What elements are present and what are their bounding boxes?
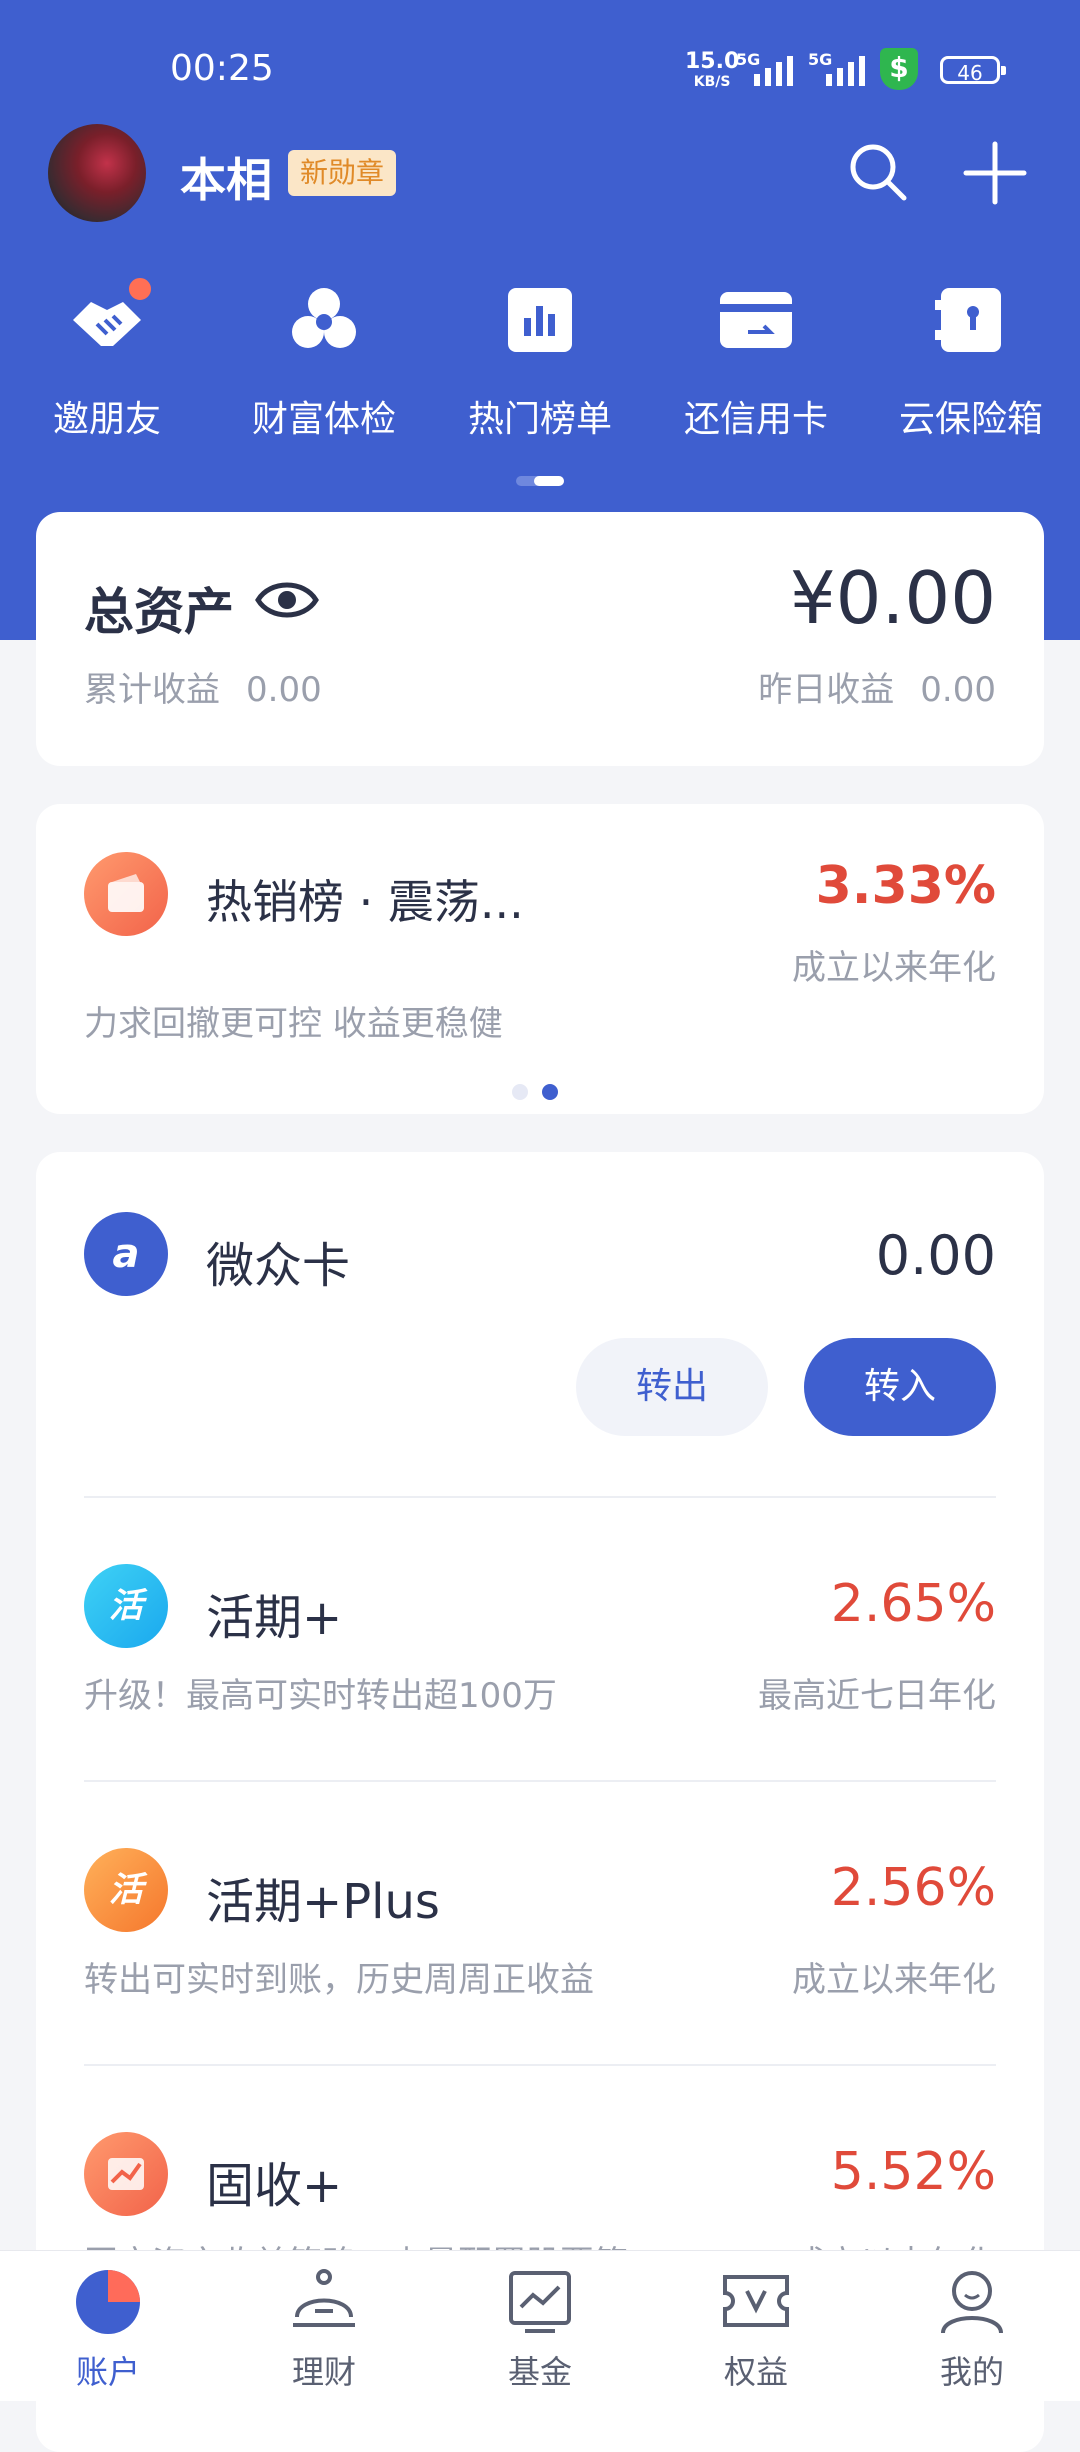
promo-description: 力求回撤更可控 收益更稳健 [84, 1004, 503, 1044]
yesterday-earnings-value: 0.00 [920, 670, 996, 710]
tab-wealth[interactable]: 理财 [254, 2265, 394, 2393]
weizhong-card-icon: a [84, 1212, 168, 1296]
product-rate: 2.56% [830, 1858, 996, 1918]
product-name: 固收+ [206, 2158, 343, 2214]
yesterday-earnings-label: 昨日收益 [758, 670, 895, 710]
product-rate: 5.52% [830, 2142, 996, 2202]
product-name: 活期+ [206, 1590, 343, 1646]
user-name[interactable]: 本相 [180, 144, 272, 210]
rights-ticket-icon [719, 2265, 793, 2339]
wealth-check-icon [284, 280, 364, 360]
network-speed: 15.0 KB/S [685, 49, 740, 92]
avatar[interactable] [48, 124, 146, 222]
total-assets-card[interactable]: 总资产 ¥0.00 累计收益 0.00 昨日收益 0.00 [36, 512, 1044, 766]
quick-menu-safe-box[interactable]: 云保险箱 [886, 280, 1056, 442]
huoqi-plus-icon: 活 [84, 1848, 168, 1932]
new-badge[interactable]: 新勋章 [288, 150, 397, 196]
notification-dot [127, 276, 153, 302]
divider [84, 1496, 996, 1498]
divider [84, 1780, 996, 1782]
cumulative-earnings-value: 0.00 [246, 670, 322, 710]
gushou-icon [84, 2132, 168, 2216]
tab-label: 权益 [723, 2353, 788, 2391]
tab-rights[interactable]: 权益 [686, 2265, 826, 2393]
total-assets-title: 总资产 [84, 583, 234, 641]
add-icon[interactable] [962, 140, 1028, 206]
promo-title: 热销榜 · 震荡... [206, 875, 524, 929]
safe-box-icon [931, 280, 1011, 360]
quick-menu-ranking[interactable]: 热门榜单 [455, 280, 625, 442]
promo-rate: 3.33% [815, 856, 996, 916]
product-rate-label: 最高近七日年化 [758, 1676, 996, 1716]
yesterday-earnings: 昨日收益 0.00 [758, 662, 996, 711]
tab-label: 我的 [939, 2353, 1004, 2391]
product-rate: 2.65% [830, 1574, 996, 1634]
tab-mine[interactable]: 我的 [902, 2265, 1042, 2393]
profile-icon [935, 2265, 1009, 2339]
cumulative-earnings-label: 累计收益 [84, 670, 220, 710]
tab-account[interactable]: 账户 [38, 2265, 178, 2393]
product-item-huoqi-plus[interactable]: 活 活期+Plus 2.56% 转出可实时到账，历史周周正收益 成立以来年化 [36, 1848, 1044, 2088]
network-speed-value: 15.0 [685, 49, 740, 74]
product-item-huoqi[interactable]: 活 活期+ 2.65% 升级！最高可实时转出超100万 最高近七日年化 [36, 1564, 1044, 1804]
total-assets-value: ¥0.00 [789, 556, 996, 640]
quick-menu-label: 财富体检 [251, 399, 396, 440]
promo-rate-label: 成立以来年化 [792, 948, 996, 988]
quick-menu-label: 邀朋友 [52, 399, 161, 440]
quick-menu-invite[interactable]: 邀朋友 [22, 276, 192, 442]
huoqi-icon: 活 [84, 1564, 168, 1648]
account-pie-icon [71, 2265, 145, 2339]
transfer-out-button[interactable]: 转出 [576, 1338, 768, 1436]
weizhong-card-name[interactable]: 微众卡 [206, 1226, 350, 1296]
security-shield-icon: $ [880, 48, 918, 90]
quick-menu-credit-card[interactable]: 还信用卡 [671, 280, 841, 442]
weizhong-card-balance: 0.00 [875, 1224, 996, 1287]
quick-menu-pager [516, 476, 564, 486]
eye-icon[interactable] [254, 572, 320, 628]
wealth-bell-icon [287, 2265, 361, 2339]
tab-label: 账户 [75, 2353, 140, 2391]
product-rate-label: 成立以来年化 [792, 1960, 996, 2000]
tab-fund[interactable]: 基金 [470, 2265, 610, 2393]
fund-chart-icon [503, 2265, 577, 2339]
handshake-icon [67, 276, 153, 360]
battery-icon: 46 [940, 56, 1006, 85]
credit-card-icon [716, 280, 796, 360]
network-speed-unit: KB/S [693, 74, 731, 90]
transfer-in-button[interactable]: 转入 [804, 1338, 996, 1436]
bottom-nav: 账户 理财 基金 权益 我的 [0, 2250, 1080, 2401]
search-icon[interactable] [846, 140, 910, 204]
quick-menu-label: 热门榜单 [467, 399, 612, 440]
cumulative-earnings: 累计收益 0.00 [84, 662, 322, 711]
tab-label: 基金 [507, 2353, 572, 2391]
battery-level: 46 [957, 61, 983, 85]
divider [84, 2064, 996, 2066]
hot-sale-icon [84, 852, 168, 936]
quick-menu-wealth-check[interactable]: 财富体检 [239, 280, 409, 442]
tab-label: 理财 [291, 2353, 356, 2391]
ranking-icon [500, 280, 580, 360]
carousel-dots [512, 1084, 558, 1100]
product-description: 转出可实时到账，历史周周正收益 [84, 1960, 594, 2000]
product-description: 升级！最高可实时转出超100万 [84, 1676, 557, 1716]
status-time: 00:25 [170, 48, 274, 89]
quick-menu-label: 还信用卡 [683, 399, 828, 440]
promo-card[interactable]: 热销榜 · 震荡... 3.33% 成立以来年化 力求回撤更可控 收益更稳健 [36, 804, 1044, 1114]
product-name: 活期+Plus [206, 1874, 440, 1930]
status-bar: 00:25 15.0 KB/S 5G 5G $ 46 [0, 0, 1080, 140]
quick-menu-label: 云保险箱 [898, 399, 1043, 440]
